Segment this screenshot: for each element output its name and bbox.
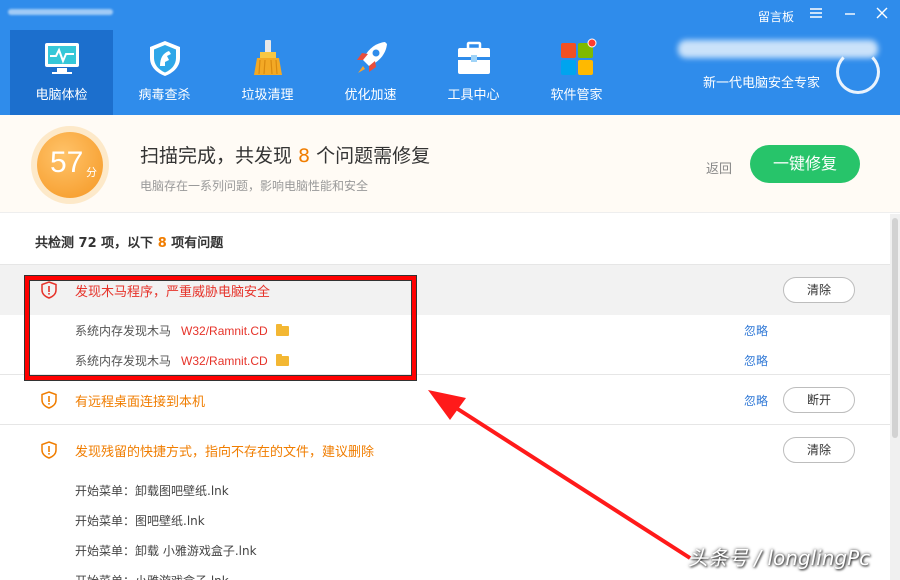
monitor-pulse-icon bbox=[45, 43, 79, 74]
nav-item-checkup[interactable]: 电脑体检 bbox=[10, 30, 113, 115]
list-item: 开始菜单：图吧壁纸.lnk bbox=[75, 514, 205, 528]
nav-label: 电脑体检 bbox=[35, 88, 88, 103]
list-item: 开始菜单：小雅游戏盒子.lnk bbox=[75, 572, 229, 580]
message-board-link[interactable]: 留言板 bbox=[758, 8, 794, 25]
warning-shield-icon bbox=[41, 391, 57, 409]
header-bar: 留言板 电脑体检 病毒查杀 垃圾清理 优化加速 工具中心 软件管家 新一代电脑安… bbox=[0, 0, 900, 115]
brand-shield-icon bbox=[836, 50, 880, 94]
ignore-link[interactable]: 忽略 bbox=[744, 352, 768, 369]
annotation-highlight-box bbox=[25, 276, 416, 380]
clear-shortcuts-button[interactable]: 清除 bbox=[783, 437, 855, 463]
scan-stats: 共检测 72 项，以下 8 项有问题 bbox=[35, 232, 223, 251]
summary-issue-count: 8 bbox=[298, 145, 311, 167]
list-item: 开始菜单：卸载 小雅游戏盒子.lnk bbox=[75, 544, 257, 558]
brand-slogan: 新一代电脑安全专家 bbox=[703, 76, 821, 91]
nav-item-tools[interactable]: 工具中心 bbox=[422, 30, 525, 115]
health-score-unit: 分 bbox=[86, 166, 97, 179]
stats-count: 8 bbox=[157, 236, 167, 251]
scrollbar-thumb[interactable] bbox=[892, 218, 898, 438]
summary-title-suffix: 个问题需修复 bbox=[316, 145, 431, 167]
list-item: 开始菜单：卸载图吧壁纸.lnk bbox=[75, 484, 229, 498]
nav-item-software[interactable]: 软件管家 bbox=[525, 30, 628, 115]
stats-total: 72 bbox=[78, 236, 97, 251]
nav-label: 工具中心 bbox=[447, 88, 500, 103]
close-icon[interactable] bbox=[874, 6, 890, 22]
issue-title: 有远程桌面连接到本机 bbox=[75, 395, 206, 410]
rocket-icon bbox=[357, 42, 387, 73]
shield-horse-icon bbox=[150, 41, 180, 76]
minimize-icon[interactable] bbox=[842, 6, 858, 22]
stats-suffix: 项有问题 bbox=[171, 236, 224, 251]
issue-list: 共检测 72 项，以下 8 项有问题 发现木马程序，严重威胁电脑安全 清除 系统… bbox=[0, 214, 890, 580]
broom-icon bbox=[254, 40, 282, 75]
summary-title: 扫描完成，共发现 8 个问题需修复 bbox=[140, 141, 430, 168]
issue-group-remote-desktop: 有远程桌面连接到本机 忽略 断开 bbox=[0, 374, 890, 424]
nav-item-speedup[interactable]: 优化加速 bbox=[319, 30, 422, 115]
nav-label: 优化加速 bbox=[344, 88, 397, 103]
health-score-value: 57 bbox=[50, 146, 84, 179]
back-link[interactable]: 返回 bbox=[706, 158, 732, 177]
watermark-text: 头条号 / longlingPc bbox=[688, 546, 871, 570]
summary-title-prefix: 扫描完成，共发现 bbox=[140, 145, 293, 167]
stats-middle: 项，以下 bbox=[101, 236, 154, 251]
scrollbar[interactable] bbox=[890, 214, 900, 580]
main-nav: 电脑体检 病毒查杀 垃圾清理 优化加速 工具中心 软件管家 bbox=[10, 30, 628, 115]
menu-icon[interactable] bbox=[808, 6, 824, 22]
scan-summary: 57 分 扫描完成，共发现 8 个问题需修复 电脑存在一系列问题，影响电脑性能和安全… bbox=[0, 115, 900, 213]
issue-title: 发现残留的快捷方式，指向不存在的文件，建议删除 bbox=[75, 445, 375, 460]
ignore-link[interactable]: 忽略 bbox=[744, 392, 768, 409]
one-click-fix-button[interactable]: 一键修复 bbox=[750, 145, 860, 183]
toolbox-icon bbox=[458, 41, 490, 74]
nav-label: 病毒查杀 bbox=[138, 88, 191, 103]
health-score-badge: 57 分 bbox=[37, 132, 103, 198]
nav-label: 软件管家 bbox=[550, 88, 603, 103]
app-title-blurred bbox=[8, 6, 113, 18]
clear-trojan-button[interactable]: 清除 bbox=[783, 277, 855, 303]
nav-label: 垃圾清理 bbox=[241, 88, 294, 103]
nav-item-antivirus[interactable]: 病毒查杀 bbox=[113, 30, 216, 115]
nav-item-cleanup[interactable]: 垃圾清理 bbox=[216, 30, 319, 115]
ignore-link[interactable]: 忽略 bbox=[744, 322, 768, 339]
summary-subtitle: 电脑存在一系列问题，影响电脑性能和安全 bbox=[140, 179, 369, 193]
disconnect-button[interactable]: 断开 bbox=[783, 387, 855, 413]
stats-prefix: 共检测 bbox=[35, 236, 75, 251]
apps-grid-icon bbox=[561, 38, 597, 75]
warning-shield-icon bbox=[41, 441, 57, 459]
